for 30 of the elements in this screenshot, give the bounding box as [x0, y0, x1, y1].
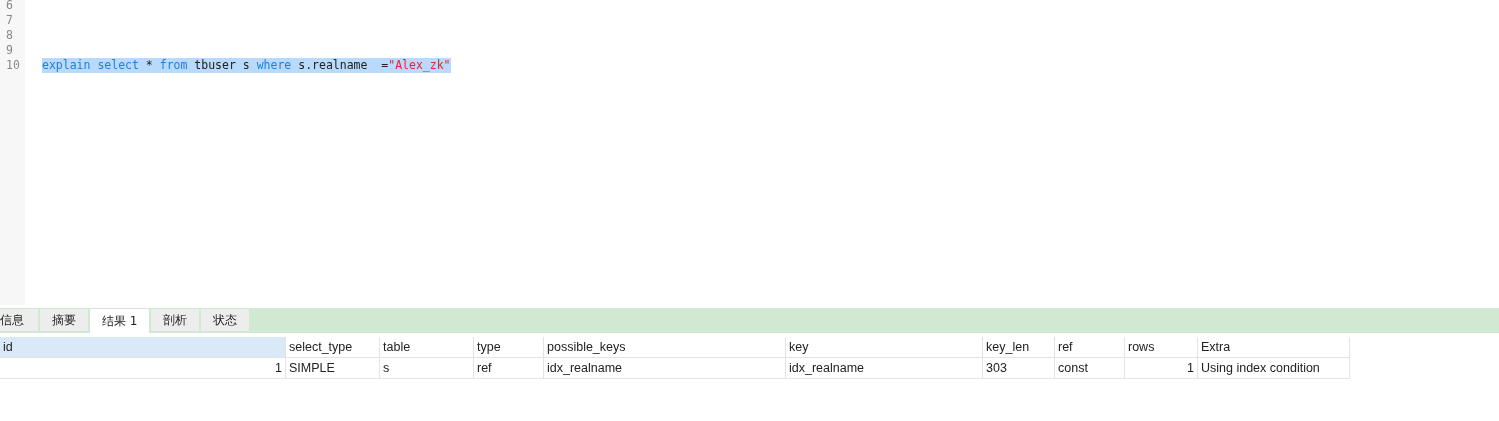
result-tab[interactable]: 摘要 — [40, 309, 88, 331]
column-header[interactable]: key — [786, 337, 983, 358]
table-cell: s — [380, 358, 474, 379]
result-tab[interactable]: 剖析 — [151, 309, 200, 331]
result-tab[interactable]: 信息 — [0, 309, 38, 331]
column-header[interactable]: key_len — [983, 337, 1055, 358]
table-cell: SIMPLE — [286, 358, 380, 379]
table-cell: 303 — [983, 358, 1055, 379]
column-header[interactable]: ref — [1055, 337, 1125, 358]
table-cell: 1 — [1125, 358, 1198, 379]
table-cell: ref — [474, 358, 544, 379]
column-header[interactable]: Extra — [1198, 337, 1350, 358]
line-number: 6 — [6, 0, 14, 13]
column-header[interactable]: rows — [1125, 337, 1198, 358]
table-cell: const — [1055, 358, 1125, 379]
table-cell: 1 — [0, 358, 286, 379]
result-tab[interactable]: 状态 — [201, 309, 250, 331]
column-header[interactable]: select_type — [286, 337, 380, 358]
result-tab[interactable]: 结果 1 — [90, 309, 150, 333]
column-header[interactable]: table — [380, 337, 474, 358]
column-header[interactable]: id — [0, 337, 286, 358]
table-cell: Using index condition — [1198, 358, 1350, 379]
table-cell: idx_realname — [786, 358, 983, 379]
column-header[interactable]: type — [474, 337, 544, 358]
line-number: 9 — [6, 43, 14, 58]
line-number: 8 — [6, 28, 14, 43]
column-header[interactable]: possible_keys — [544, 337, 786, 358]
line-number: 10 — [6, 58, 21, 73]
table-cell: idx_realname — [544, 358, 786, 379]
line-number: 7 — [6, 13, 14, 28]
